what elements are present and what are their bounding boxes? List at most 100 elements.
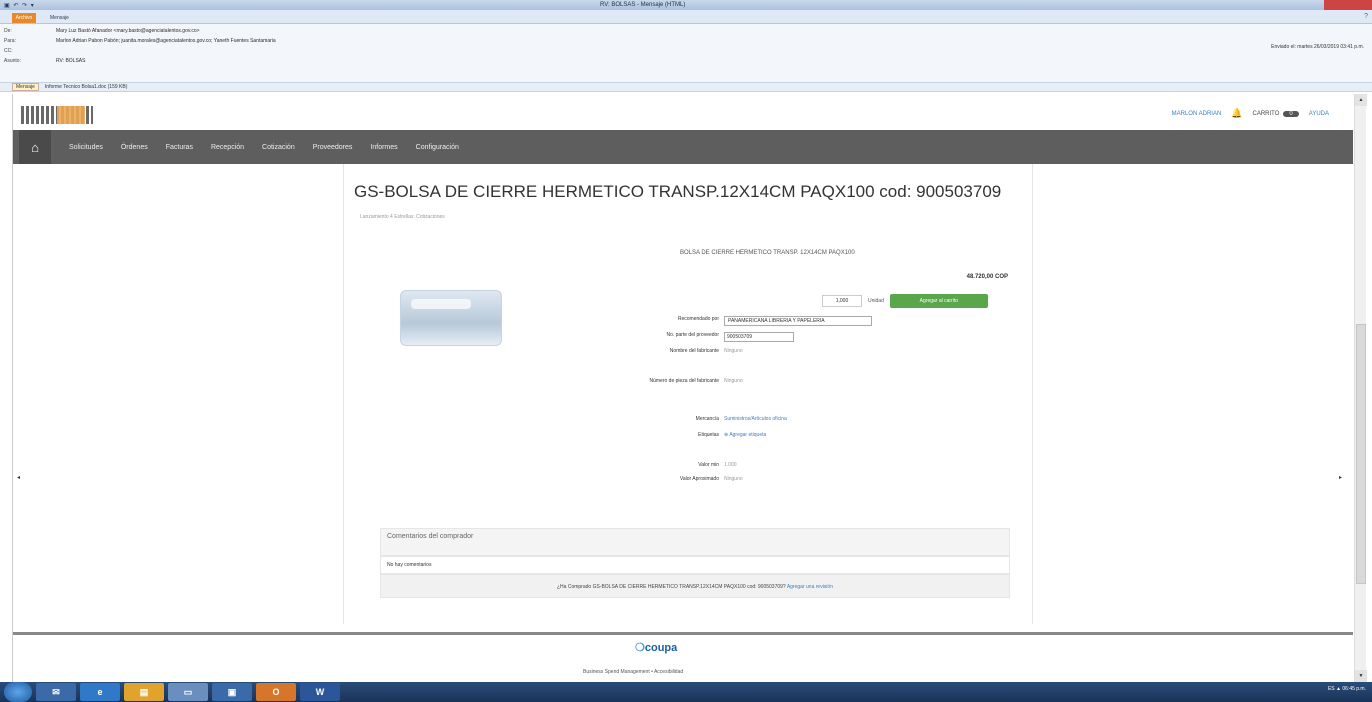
field-manufacturer: Nombre del fabricante Ninguno <box>614 348 743 354</box>
email-body: MARLON ADRIAN 🔔 CARRITO 0 AYUDA ⌂ Solici… <box>12 94 1353 682</box>
window-controls[interactable] <box>1324 0 1372 10</box>
field-min-value: Valor min 1.000 <box>614 462 737 468</box>
product-price: 48.720,00 COP <box>966 274 1008 280</box>
ie-app-icon[interactable]: e <box>80 683 120 701</box>
add-review-link[interactable]: Agregar una revisión <box>787 584 833 590</box>
nav-informes[interactable]: Informes <box>370 144 397 151</box>
scroll-down-icon[interactable]: ▼ <box>1355 670 1367 682</box>
product-subtitle: Lanzamiento 4 Estrellas: Cotizaciones <box>360 213 445 220</box>
field-label: Valor min <box>698 462 719 468</box>
attachment-bar: Mensaje Informe Tecnico Bolsa1.doc (159 … <box>0 82 1372 92</box>
recommended-select[interactable]: PANAMERICANA LIBRERIA Y PAPELERIA <box>724 316 872 326</box>
message-tab[interactable]: Mensaje <box>50 13 69 23</box>
field-label: Recomendado por <box>677 316 719 322</box>
field-value: Ninguno <box>724 476 743 482</box>
field-approx-value: Valor Aproximado Ninguno <box>614 476 743 482</box>
vertical-scrollbar[interactable]: ▲ ▼ <box>1354 94 1367 682</box>
nav-facturas[interactable]: Facturas <box>166 144 193 151</box>
scroll-thumb[interactable] <box>1356 324 1366 584</box>
outlook-title-bar: ▣ ↶ ↷ ▾ RV: BOLSAS - Mensaje (HTML) <box>0 0 1372 10</box>
message-headers: De: Mary Luz Bastó Afanador <mary.basto@… <box>0 24 1372 82</box>
field-recommended: Recomendado por PANAMERICANA LIBRERIA Y … <box>614 316 872 326</box>
subject-label: Asunto: <box>4 58 21 64</box>
field-supplier-part: No. parte del proveedor 900503709 <box>614 332 794 342</box>
cart-count-badge: 0 <box>1283 110 1299 117</box>
photos-app-icon[interactable]: ▣ <box>212 683 252 701</box>
media-app-icon[interactable]: ▭ <box>168 683 208 701</box>
supplier-part-input[interactable]: 900503709 <box>724 332 794 342</box>
cart-link[interactable]: CARRITO 0 <box>1252 110 1299 117</box>
field-label: Nombre del fabricante <box>669 348 719 354</box>
cc-row: CC: <box>4 48 40 54</box>
field-label: Número de pieza del fabricante <box>649 378 720 384</box>
unit-label: Unidad <box>868 298 884 304</box>
coupa-brand: coupa <box>644 642 678 654</box>
from-label: De: <box>4 28 12 34</box>
nav-ordenes[interactable]: Órdenes <box>121 144 148 151</box>
coupa-footer: ❍coupa Business Spend Management • Acces… <box>13 635 1353 682</box>
explorer-app-icon[interactable]: ▤ <box>124 683 164 701</box>
to-value[interactable]: Marlon Adrian Pabon Pabón; juanita.moral… <box>56 38 276 44</box>
help-menu[interactable]: AYUDA <box>1309 111 1329 117</box>
field-manufacturer-part: Número de pieza del fabricante Ninguno <box>614 378 743 384</box>
system-tray[interactable]: ES ▲ 06:45 p.m. <box>1328 686 1366 692</box>
product-panel: GS-BOLSA DE CIERRE HERMETICO TRANSP.12X1… <box>343 164 1033 624</box>
subject-value: RV: BOLSAS <box>56 58 86 64</box>
user-menu[interactable]: MARLON ADRIAN <box>1172 111 1222 117</box>
from-row: De: Mary Luz Bastó Afanador <mary.basto@… <box>4 28 200 34</box>
field-label: Valor Aproximado <box>679 476 719 482</box>
add-tag-link[interactable]: ⊕ Agregar etiqueta <box>724 432 766 438</box>
cart-label: CARRITO <box>1252 110 1280 117</box>
right-arrow-icon: ▸ <box>1339 475 1343 481</box>
to-label: Para: <box>4 38 16 44</box>
quantity-row: 1,000 Unidad Agregar al carrito <box>822 294 988 308</box>
field-label: Etiquetas <box>698 432 719 438</box>
office-app-icon[interactable]: O <box>256 683 296 701</box>
coupa-header: MARLON ADRIAN 🔔 CARRITO 0 AYUDA <box>13 94 1353 130</box>
company-logo <box>21 106 93 124</box>
comments-empty: No hay comentarios <box>380 556 1010 574</box>
word-app-icon[interactable]: W <box>300 683 340 701</box>
field-label: No. parte del proveedor <box>666 332 719 338</box>
nav-recepcion[interactable]: Recepción <box>211 144 244 151</box>
field-label: Mercancía <box>695 416 719 422</box>
nav-configuracion[interactable]: Configuración <box>416 144 459 151</box>
subject-row: Asunto: RV: BOLSAS <box>4 58 85 64</box>
product-title: GS-BOLSA DE CIERRE HERMETICO TRANSP.12X1… <box>354 180 1014 229</box>
commodity-link[interactable]: Suministros/Artículos oficina <box>724 416 787 422</box>
nav-cotizacion[interactable]: Cotización <box>262 144 295 151</box>
comments-heading: Comentarios del comprador <box>387 533 474 540</box>
quantity-input[interactable]: 1,000 <box>822 295 862 307</box>
footer-text: Business Spend Management • Accesibilida… <box>583 669 684 675</box>
help-icon[interactable]: ? <box>1364 13 1368 20</box>
file-tab[interactable]: Archivo <box>12 13 36 23</box>
home-icon[interactable]: ⌂ <box>19 130 51 164</box>
field-value: 1.000 <box>724 462 737 468</box>
from-value[interactable]: Mary Luz Bastó Afanador <mary.basto@agen… <box>56 28 200 34</box>
message-chip[interactable]: Mensaje <box>12 83 39 91</box>
nav-solicitudes[interactable]: Solicitudes <box>69 144 103 151</box>
review-prompt: ¿Ha Comprado GS-BOLSA DE CIERRE HERMETIC… <box>557 584 786 590</box>
cc-label: CC: <box>4 48 13 54</box>
left-arrow-icon: ◂ <box>17 475 21 481</box>
scroll-up-icon[interactable]: ▲ <box>1355 94 1367 106</box>
main-navbar: ⌂ Solicitudes Órdenes Facturas Recepción… <box>13 130 1353 164</box>
notification-bell-icon[interactable]: 🔔 <box>1231 108 1242 119</box>
review-bar: ¿Ha Comprado GS-BOLSA DE CIERRE HERMETIC… <box>380 574 1010 598</box>
start-button[interactable] <box>4 682 32 702</box>
buyer-comments-header: Comentarios del comprador <box>380 528 1010 556</box>
product-description: BOLSA DE CIERRE HERMETICO TRANSP. 12X14C… <box>680 250 855 256</box>
quick-access-toolbar[interactable]: ▣ ↶ ↷ ▾ <box>4 2 35 9</box>
add-to-cart-button[interactable]: Agregar al carrito <box>889 294 988 308</box>
field-tags: Etiquetas ⊕ Agregar etiqueta <box>614 432 766 438</box>
window-title: RV: BOLSAS - Mensaje (HTML) <box>600 2 686 8</box>
user-links: MARLON ADRIAN 🔔 CARRITO 0 AYUDA <box>1172 108 1329 119</box>
field-value: Ninguno <box>724 348 743 354</box>
windows-taskbar: ✉ e ▤ ▭ ▣ O W ES ▲ 06:45 p.m. <box>0 682 1372 702</box>
outlook-app-icon[interactable]: ✉ <box>36 683 76 701</box>
nav-proveedores[interactable]: Proveedores <box>313 144 353 151</box>
product-title-text: GS-BOLSA DE CIERRE HERMETICO TRANSP.12X1… <box>354 182 1002 201</box>
sent-date: Enviado el: martes 26/03/2019 03:41 p.m. <box>1271 44 1364 50</box>
product-image <box>400 290 502 346</box>
attachment-file[interactable]: Informe Tecnico Bolsa1.doc (159 KB) <box>45 84 127 90</box>
